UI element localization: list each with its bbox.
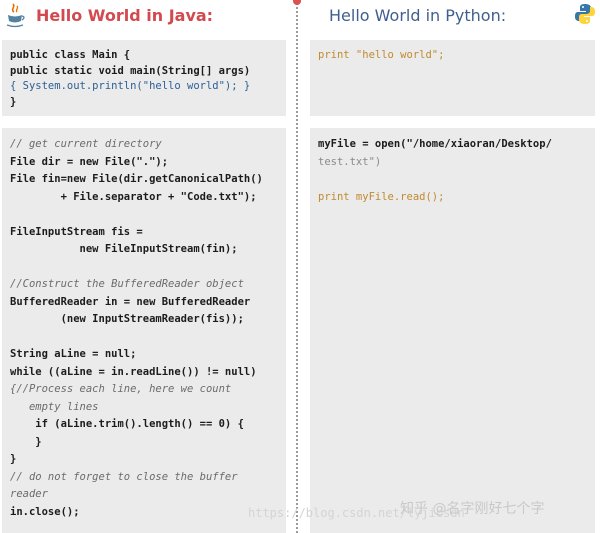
python-hello-code-panel: print "hello world"; [310, 40, 595, 116]
python-title: Hello World in Python: [329, 6, 507, 25]
code-line: FileInputStream fis = [10, 225, 143, 238]
code-line: BufferedReader in = new BufferedReader [10, 295, 251, 308]
code-line: reader [10, 488, 48, 500]
divider-top-marker [293, 0, 301, 5]
code-line: myFile = open("/home/xiaoran/Desktop/ [318, 138, 552, 150]
code-line: { System.out.println("hello world"); } [10, 80, 251, 92]
code-line: // get current directory [10, 138, 162, 150]
code-line: print myFile.read(); [318, 190, 445, 203]
code-line: } [10, 453, 17, 465]
python-file-code-panel: myFile = open("/home/xiaoran/Desktop/ te… [310, 128, 595, 533]
code-line: String aLine = null; [10, 348, 137, 360]
code-line: (new InputStreamReader(fis)); [10, 313, 244, 325]
code-line: File fin=new File(dir.getCanonicalPath() [10, 173, 263, 185]
code-line: print "hello world"; [318, 49, 445, 61]
java-hello-code-panel: public class Main { public static void m… [2, 40, 286, 116]
code-line: test.txt") [318, 155, 382, 168]
code-line: // do not forget to close the buffer [10, 470, 238, 483]
java-coffee-cup-icon [6, 3, 25, 28]
java-file-code-panel: // get current directory File dir = new … [2, 128, 286, 533]
code-line: + File.separator + "Code.txt"); [10, 190, 257, 203]
code-line: new FileInputStream(fin); [10, 243, 238, 255]
code-line: //Construct the BufferedReader object [10, 278, 244, 290]
java-title: Hello World in Java: [36, 6, 214, 25]
code-line: } [10, 435, 42, 448]
column-divider [296, 0, 298, 533]
code-line: in.close(); [10, 505, 80, 518]
code-line: public class Main { [10, 49, 131, 61]
code-line: File dir = new File("."); [10, 155, 169, 168]
python-snake-icon [575, 4, 595, 24]
code-line: public static void main(String[] args) [10, 64, 251, 77]
watermark-text: 知乎 @名字刚好七个字 [400, 501, 545, 517]
code-line: while ((aLine = in.readLine()) != null) [10, 365, 257, 378]
code-line: } [10, 95, 17, 108]
code-line: empty lines [10, 400, 99, 413]
code-line: {//Process each line, here we count [10, 383, 232, 395]
code-line: if (aLine.trim().length() == 0) { [10, 418, 244, 430]
